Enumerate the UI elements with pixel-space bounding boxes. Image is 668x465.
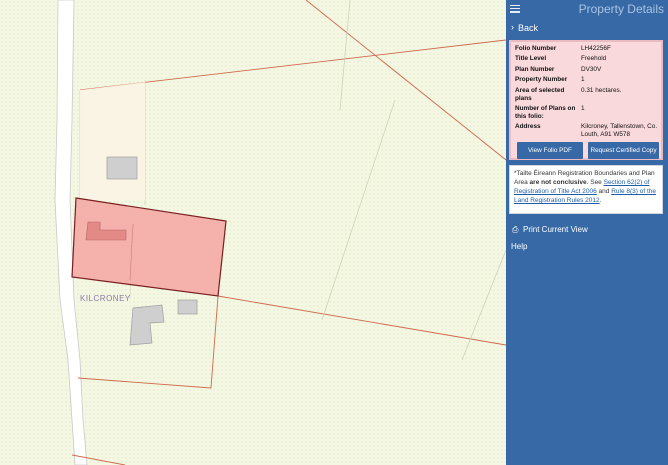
map-canvas <box>54 0 506 465</box>
detail-label: Property Number <box>515 76 568 84</box>
detail-value: Freehold <box>581 55 607 63</box>
detail-row: Address Kilcroney, Tallenstown, Co. Louth… <box>515 123 661 139</box>
view-folio-pdf-button[interactable]: View Folio PDF <box>517 142 583 159</box>
detail-row: Title Level Freehold <box>515 55 661 63</box>
menu-icon[interactable] <box>510 3 520 14</box>
folio-info-box: Folio Number LH42256F Title Level Freehold… <box>509 40 663 160</box>
detail-value: Kilcroney, Tallenstown, Co. Louth, A91 W… <box>581 123 658 139</box>
folio-details: Folio Number LH42256F Title Level Freehold… <box>515 45 661 142</box>
note-text: and <box>596 188 612 195</box>
help-label: Help <box>511 242 528 251</box>
detail-label: Plan Number <box>515 65 555 73</box>
detail-row: Number of Plans on this folio: 1 <box>515 105 661 121</box>
detail-row: Plan Number DV30V <box>515 66 661 74</box>
building-footprint <box>129 304 165 346</box>
detail-label: Folio Number <box>515 45 557 52</box>
building-footprint <box>177 299 198 315</box>
help-link[interactable]: Help <box>506 240 668 254</box>
print-current-view-button[interactable]: ⎙ Print Current View <box>506 222 668 238</box>
printer-icon: ⎙ <box>512 225 519 234</box>
detail-label: Title Level <box>515 55 547 63</box>
back-button[interactable]: › Back <box>506 18 668 38</box>
detail-row: Area of selected plans 0.31 hectares. <box>515 87 661 103</box>
building-footprint <box>106 156 138 180</box>
note-text: . See <box>586 179 604 186</box>
detail-value: 1 <box>581 104 585 112</box>
detail-row: Property Number 1 <box>515 76 661 84</box>
detail-label: Area of selected plans <box>515 86 565 102</box>
detail-value: DV30V <box>581 65 602 73</box>
selected-plan-polygon[interactable] <box>71 197 227 297</box>
place-label: KILCRONEY <box>80 294 131 303</box>
panel-title: Property Details <box>578 2 664 16</box>
note-emphasis: are not conclusive <box>529 179 587 186</box>
panel-header: Property Details <box>506 0 668 18</box>
detail-row: Folio Number LH42256F <box>515 45 661 53</box>
detail-value: LH42256F <box>581 45 611 52</box>
note-text: . <box>599 197 602 204</box>
detail-value: 0.31 hectares. <box>581 86 622 94</box>
map-view[interactable]: KILCRONEY <box>0 0 506 465</box>
detail-label: Address <box>515 123 541 131</box>
disclaimer-note: *Tailte Éireann Registration Boundaries … <box>509 165 663 214</box>
detail-label: Number of Plans on this folio: <box>515 104 576 120</box>
request-certified-copy-button[interactable]: Request Certified Copy <box>588 142 659 159</box>
print-label: Print Current View <box>523 225 588 234</box>
back-label: Back <box>518 23 539 33</box>
property-details-panel: Property Details › Back Folio Number LH42… <box>506 0 668 465</box>
detail-value: 1 <box>581 76 585 84</box>
chevron-right-icon: › <box>511 22 514 32</box>
